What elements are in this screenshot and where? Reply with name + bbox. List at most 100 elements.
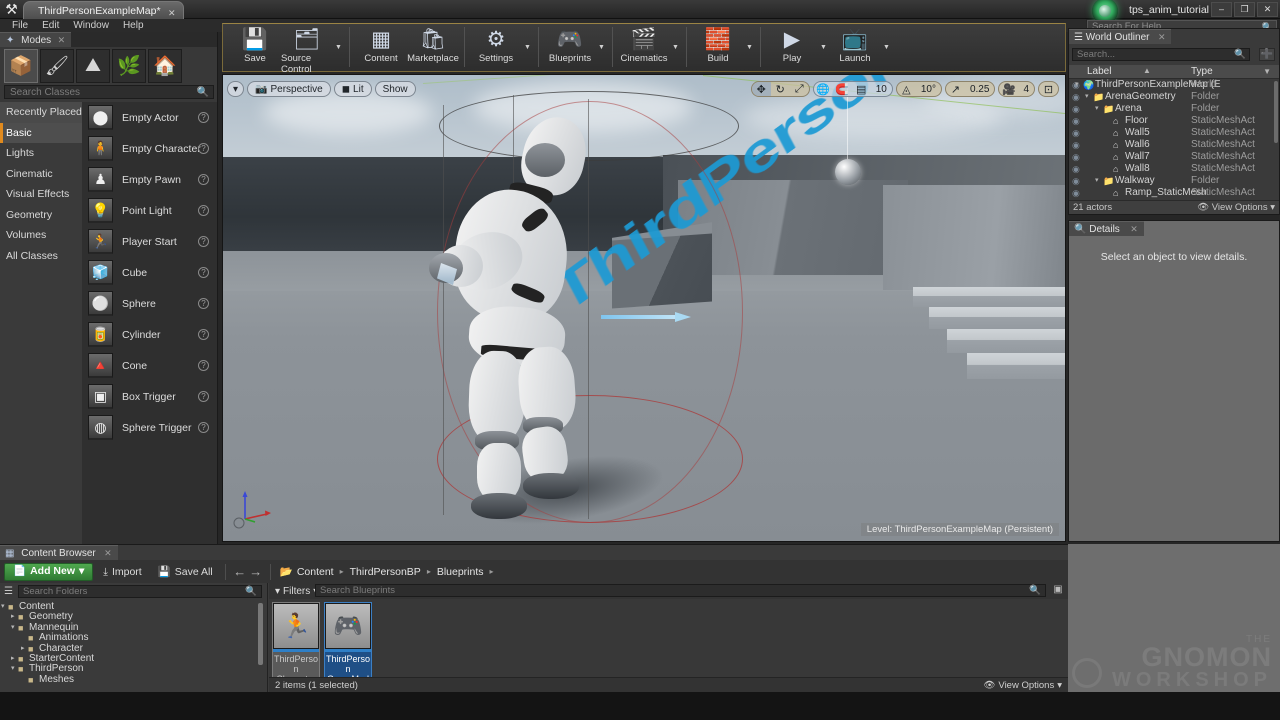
scale-snap-icon[interactable]: ↗ [946, 81, 965, 97]
help-icon[interactable]: ? [198, 422, 209, 433]
toolbar-settings-caret[interactable]: ▼ [522, 24, 533, 70]
modes-category-visual-effects[interactable]: Visual Effects [0, 184, 82, 205]
search-classes-input[interactable]: Search Classes 🔍 [4, 85, 214, 99]
visibility-eye-icon[interactable]: ◉ [1072, 151, 1080, 163]
expand-arrow-icon[interactable]: ▾ [1085, 91, 1089, 103]
light-actor-icon[interactable] [835, 159, 861, 185]
content-view-options-button[interactable]: 👁 View Options ▾ [983, 678, 1062, 693]
chevron-down-icon[interactable]: ▼ [1263, 67, 1271, 76]
modes-asset-item[interactable]: ♟Empty Pawn? [82, 164, 217, 195]
modes-category-cinematic[interactable]: Cinematic [0, 164, 82, 185]
expand-arrow-icon[interactable]: ▸ [21, 644, 25, 654]
outliner-row[interactable]: ◉⌂Wall5StaticMeshAct [1069, 127, 1279, 139]
help-icon[interactable]: ? [198, 267, 209, 278]
modes-asset-item[interactable]: ◍Sphere Trigger? [82, 412, 217, 443]
document-tab[interactable]: ThirdPersonExampleMap* ✕ [23, 1, 184, 19]
toolbar-content-button[interactable]: ▦Content [355, 24, 407, 70]
expand-arrow-icon[interactable]: ▸ [11, 612, 15, 622]
mannequin-character[interactable] [333, 95, 553, 515]
outliner-view-options-button[interactable]: 👁 View Options ▾ [1197, 201, 1275, 215]
outliner-row[interactable]: ◉⌂Ramp_StaticMeshStaticMeshAct [1069, 187, 1279, 199]
viewport-options-button[interactable]: ▾ [227, 81, 244, 97]
level-viewport[interactable]: ThirdPerson [222, 74, 1066, 542]
outliner-row[interactable]: ◉⌂Wall7StaticMeshAct [1069, 151, 1279, 163]
close-icon[interactable]: ✕ [104, 546, 112, 561]
modes-asset-item[interactable]: 🔺Cone? [82, 350, 217, 381]
rotation-snap-value[interactable]: 10° [916, 84, 941, 95]
help-icon[interactable]: ? [198, 391, 209, 402]
grid-snap-icon[interactable]: ▤ [852, 81, 871, 97]
viewport-show-menu-button[interactable]: Show [375, 81, 416, 97]
help-icon[interactable]: ? [198, 174, 209, 185]
expand-arrow-icon[interactable]: ▾ [11, 623, 15, 633]
import-button[interactable]: ⤓ Import [97, 563, 147, 581]
menu-edit[interactable]: Edit [35, 19, 66, 32]
toolbar-play-caret[interactable]: ▼ [818, 24, 829, 70]
modes-asset-item[interactable]: 🏃Player Start? [82, 226, 217, 257]
transform-gizmo-x-axis[interactable] [601, 312, 691, 322]
close-icon[interactable]: ✕ [1130, 222, 1138, 237]
outliner-scrollbar[interactable] [1274, 81, 1278, 143]
help-icon[interactable]: ? [198, 143, 209, 154]
outliner-row[interactable]: ◉▾🌍ThirdPersonExampleMap (EWorld [1069, 79, 1279, 91]
scale-snap-value[interactable]: 0.25 [965, 84, 994, 95]
outliner-row[interactable]: ◉⌂Wall6StaticMeshAct [1069, 139, 1279, 151]
rotation-snap-icon[interactable]: ◬ [897, 81, 916, 97]
nav-forward-button[interactable]: → [248, 564, 264, 579]
visibility-eye-icon[interactable]: ◉ [1072, 127, 1080, 139]
minimize-button[interactable]: – [1211, 2, 1232, 17]
tab-content-browser[interactable]: ▦ Content Browser ✕ [0, 545, 118, 560]
tab-world-outliner[interactable]: ☰ World Outliner ✕ [1069, 29, 1171, 44]
toolbar-save-button[interactable]: 💾Save [229, 24, 281, 70]
folder-tree-scrollbar[interactable] [258, 603, 263, 665]
expand-arrow-icon[interactable]: ▾ [1095, 175, 1099, 187]
expand-arrow-icon[interactable]: ▾ [1075, 79, 1079, 91]
outliner-search-input[interactable]: Search... 🔍 [1072, 48, 1250, 61]
grid-snap-value[interactable]: 10 [871, 84, 892, 95]
foliage-mode-button[interactable]: 🌿 [112, 49, 146, 83]
expand-arrow-icon[interactable]: ▾ [11, 664, 15, 674]
viewport-view-mode-button[interactable]: ◼ Lit [334, 81, 372, 97]
lock-content-browser-icon[interactable]: ▣ [1051, 584, 1065, 597]
toolbar-source-control-button[interactable]: 🗂Source Control [281, 24, 333, 70]
toolbar-build-caret[interactable]: ▼ [744, 24, 755, 70]
close-icon[interactable]: ✕ [1158, 30, 1166, 45]
maximize-button[interactable]: ❐ [1234, 2, 1255, 17]
toolbar-cinematics-button[interactable]: 🎬Cinematics [618, 24, 670, 70]
visibility-eye-icon[interactable]: ◉ [1072, 163, 1080, 175]
help-icon[interactable]: ? [198, 112, 209, 123]
folder-search-input[interactable]: Search Folders 🔍 [18, 585, 262, 598]
tab-details[interactable]: 🔍 Details ✕ [1069, 221, 1144, 236]
folder-tree-item[interactable]: ■Animations [0, 633, 267, 643]
visibility-eye-icon[interactable]: ◉ [1072, 91, 1080, 103]
visibility-eye-icon[interactable]: ◉ [1072, 187, 1080, 199]
modes-category-basic[interactable]: Basic [0, 123, 82, 144]
help-icon[interactable]: ? [198, 298, 209, 309]
outliner-col-label[interactable]: Label [1087, 65, 1111, 79]
landscape-mode-button[interactable]: ⛰ [76, 49, 110, 83]
camera-speed-value[interactable]: 4 [1018, 84, 1034, 95]
outliner-row[interactable]: ◉⌂FloorStaticMeshAct [1069, 115, 1279, 127]
toolbar-source-control-caret[interactable]: ▼ [333, 24, 344, 70]
menu-help[interactable]: Help [116, 19, 151, 32]
breadcrumb-separator-3[interactable]: ▸ [490, 567, 494, 576]
visibility-eye-icon[interactable]: ◉ [1072, 103, 1080, 115]
toolbar-settings-button[interactable]: ⚙Settings [470, 24, 522, 70]
modes-category-all-classes[interactable]: All Classes [0, 246, 82, 267]
toolbar-launch-button[interactable]: 📺Launch [829, 24, 881, 70]
outliner-row[interactable]: ◉⌂Wall8StaticMeshAct [1069, 163, 1279, 175]
folder-filter-icon[interactable]: ☰ [2, 585, 15, 598]
toolbar-launch-caret[interactable]: ▼ [881, 24, 892, 70]
help-icon[interactable]: ? [198, 236, 209, 247]
viewport-camera-type-button[interactable]: 📷 Perspective [247, 81, 331, 97]
geometry-edit-mode-button[interactable]: 🏠 [148, 49, 182, 83]
help-icon[interactable]: ? [198, 329, 209, 340]
outliner-col-type[interactable]: Type [1191, 65, 1213, 79]
toolbar-build-button[interactable]: 🧱Build [692, 24, 744, 70]
outliner-row[interactable]: ◉▾📁ArenaFolder [1069, 103, 1279, 115]
modes-category-recently-placed[interactable]: Recently Placed [0, 102, 82, 123]
paint-mode-button[interactable]: 🖌 [40, 49, 74, 83]
close-icon[interactable]: ✕ [58, 33, 66, 48]
modes-asset-item[interactable]: ▣Box Trigger? [82, 381, 217, 412]
toolbar-blueprints-button[interactable]: 🎮Blueprints [544, 24, 596, 70]
